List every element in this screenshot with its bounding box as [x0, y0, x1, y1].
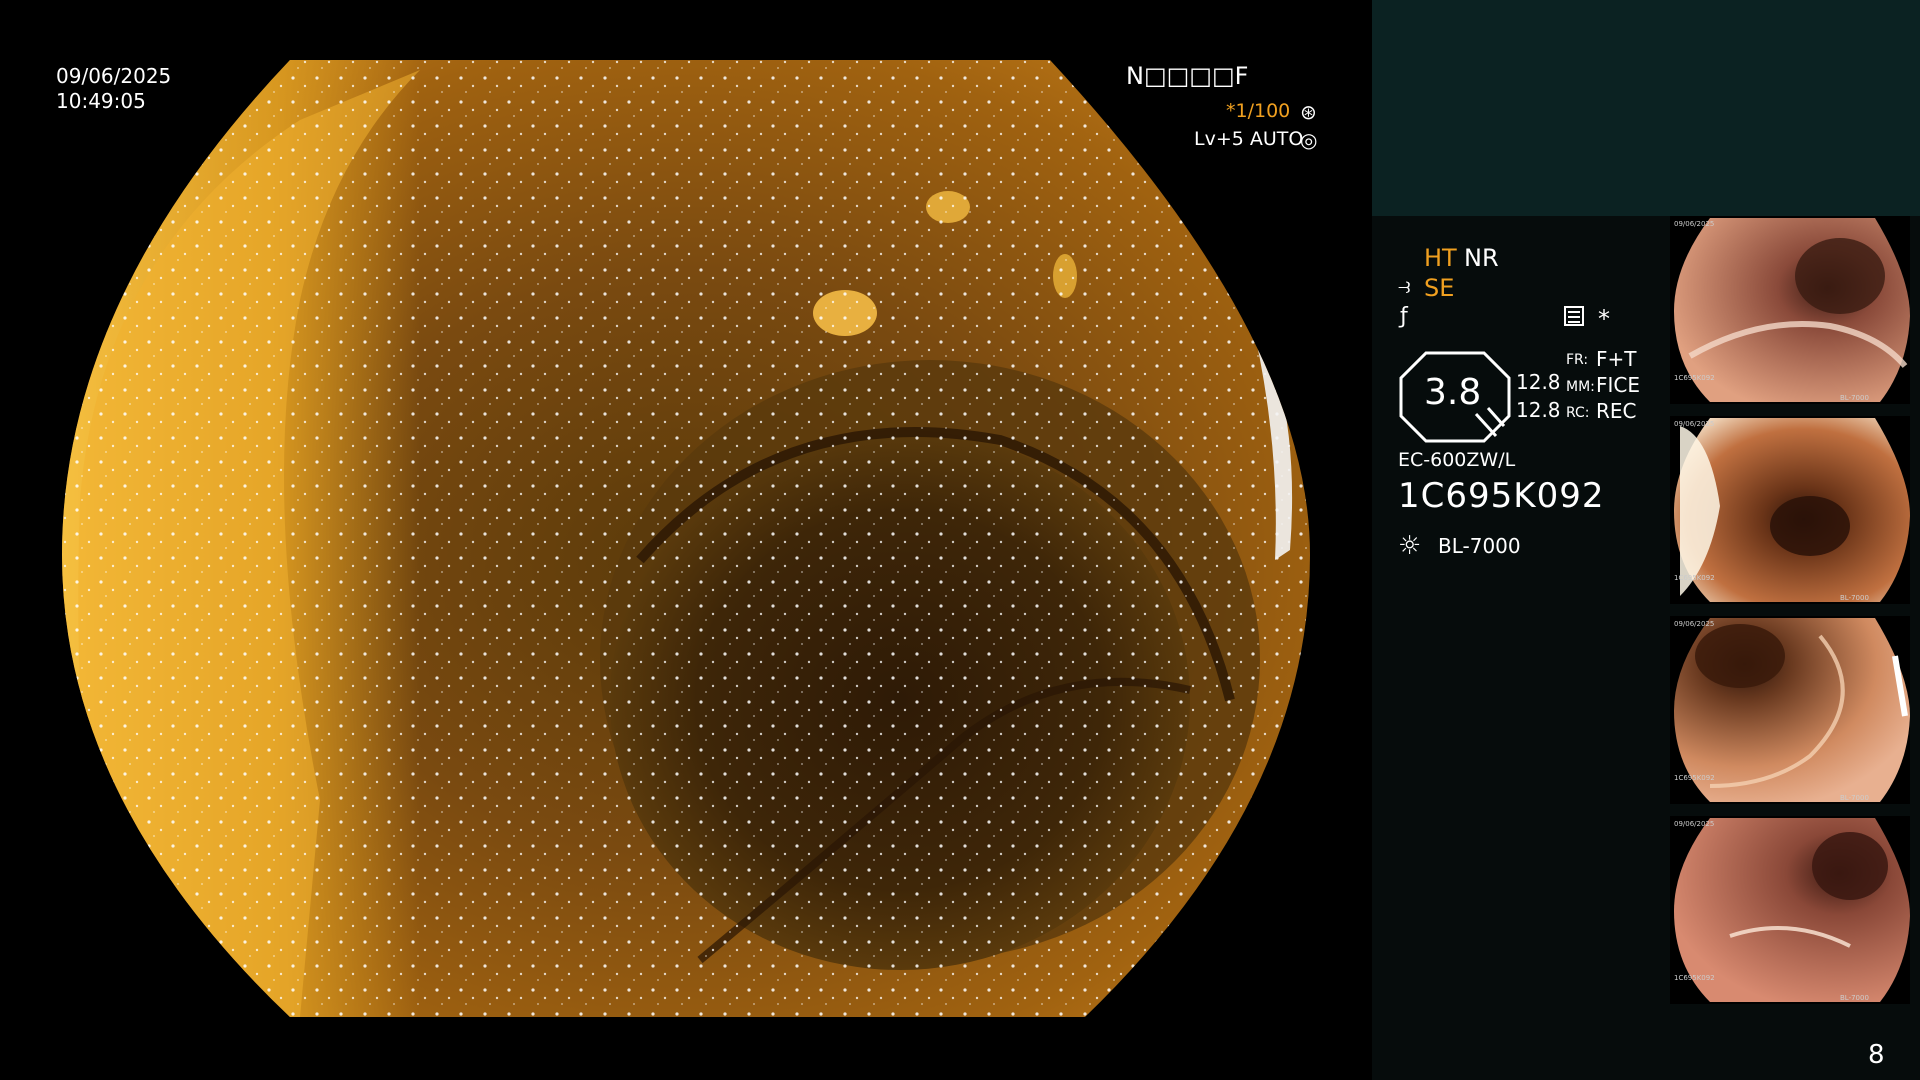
se-icon: ⥽	[1398, 274, 1411, 299]
fr-label: FR:	[1566, 352, 1589, 368]
endoscope-view: 09/06/2025 10:49:05 N□□□□F *1/100 ⊛ Lv+5…	[0, 0, 1372, 1080]
thumbnail-date: 09/06/2025	[1674, 220, 1715, 228]
readout-value-1: 12.8	[1516, 370, 1561, 394]
time-readout: 10:49:05	[56, 89, 146, 113]
thumbnail-light: BL-7000	[1840, 794, 1869, 802]
rc-value: REC	[1596, 399, 1637, 423]
rc-label: RC:	[1566, 405, 1590, 421]
f-icon: ƒ	[1400, 304, 1408, 329]
menu-icon	[1564, 306, 1584, 326]
fr-value: F+T	[1596, 347, 1637, 371]
captured-thumbnail[interactable]: 09/06/2025 1C695K092 BL-7000	[1670, 616, 1910, 804]
thumbnail-serial: 1C695K092	[1674, 574, 1715, 582]
thumbnail-date: 09/06/2025	[1674, 420, 1715, 428]
level-icon: ◎	[1300, 128, 1318, 152]
shutter-readout: *1/100	[1226, 100, 1291, 122]
thumbnail-serial: 1C695K092	[1674, 974, 1715, 982]
nr-indicator: NR	[1464, 244, 1499, 272]
readout-value-2: 12.8	[1516, 398, 1561, 422]
shutter-icon: ⊛	[1300, 100, 1317, 124]
brightness-level-readout: Lv+5 AUTO	[1194, 128, 1304, 150]
thumbnail-serial: 1C695K092	[1674, 774, 1715, 782]
star-icon: *	[1598, 305, 1610, 333]
page-number: 8	[1868, 1040, 1885, 1070]
mm-value: FICE	[1596, 373, 1641, 397]
scope-serial: 1C695K092	[1398, 476, 1605, 516]
light-icon: ☼	[1398, 531, 1422, 561]
thumbnail-date: 09/06/2025	[1674, 820, 1715, 828]
captured-thumbnail[interactable]: 09/06/2025 1C695K092 BL-7000	[1670, 416, 1910, 604]
thumbnail-date: 09/06/2025	[1674, 620, 1715, 628]
scope-model: EC-600ZW/L	[1398, 449, 1516, 471]
patient-name: N□□□□F	[1126, 62, 1249, 90]
date-readout: 09/06/2025	[56, 64, 172, 88]
thumbnail-light: BL-7000	[1840, 994, 1869, 1002]
captured-thumbnail[interactable]: 09/06/2025 1C695K092 BL-7000	[1670, 816, 1910, 1004]
light-source: BL-7000	[1438, 534, 1521, 558]
status-header-block	[1372, 0, 1920, 216]
thumbnail-light: BL-7000	[1840, 594, 1869, 602]
zoom-value: 3.8	[1424, 372, 1482, 413]
ht-indicator: HT	[1424, 244, 1457, 272]
endoscope-image	[62, 60, 1310, 1017]
thumbnail-light: BL-7000	[1840, 394, 1869, 402]
mm-label: MM:	[1566, 379, 1595, 395]
se-indicator: SE	[1424, 274, 1455, 302]
thumbnail-serial: 1C695K092	[1674, 374, 1715, 382]
captured-thumbnail[interactable]: 09/06/2025 1C695K092 BL-7000	[1670, 216, 1910, 404]
